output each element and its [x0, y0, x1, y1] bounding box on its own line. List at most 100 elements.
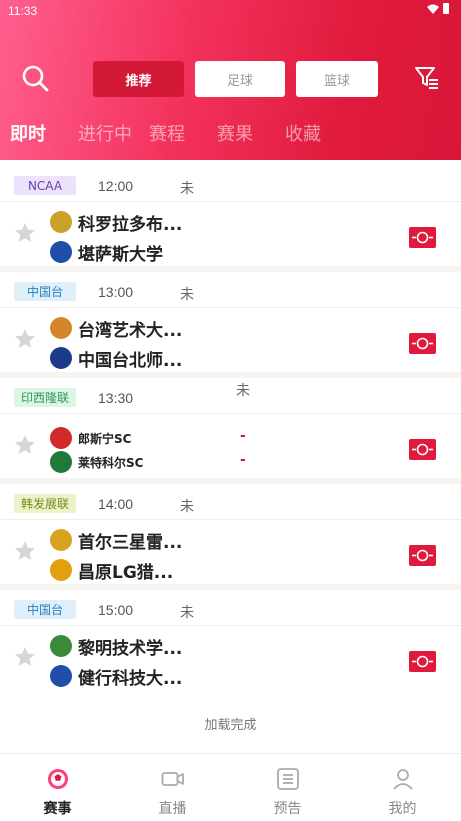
team-logo — [50, 451, 72, 473]
team-logo — [50, 427, 72, 449]
away-team-name: 莱特科尔SC — [78, 455, 144, 470]
match-status: 未 — [180, 287, 194, 303]
match-body: 郎斯宁SC 莱特科尔SC - - — [0, 414, 461, 486]
ticket-icon[interactable] — [409, 333, 436, 354]
header: 11:33 推荐 足球 篮球 即时 进行中 赛程 赛果 收藏 — [0, 0, 461, 160]
ticket-icon[interactable] — [409, 545, 436, 566]
home-team-name: 台湾艺术大... — [78, 320, 183, 341]
subtab-favorites[interactable]: 收藏 — [285, 120, 321, 146]
match-header: 印西隆联 13:30 未 — [0, 380, 461, 414]
away-score: - — [240, 452, 246, 468]
league-badge: 韩发展联 — [14, 494, 76, 513]
home-team-name: 黎明技术学... — [78, 638, 183, 659]
away-team: 健行科技大... — [50, 664, 183, 689]
match-time: 15:00 — [98, 602, 134, 618]
away-team-name: 健行科技大... — [78, 668, 183, 689]
away-team-name: 堪萨斯大学 — [78, 244, 163, 265]
ticket-icon[interactable] — [409, 651, 436, 672]
status-bar: 11:33 — [0, 0, 461, 22]
away-team: 中国台北师... — [50, 346, 183, 371]
divider — [0, 478, 461, 484]
team-logo — [50, 529, 72, 551]
nav-matches[interactable]: 赛事 — [0, 754, 115, 821]
team-logo — [50, 635, 72, 657]
subtab-in-progress[interactable]: 进行中 — [78, 120, 132, 146]
nav-label: 直播 — [158, 801, 187, 817]
away-team: 莱特科尔SC — [50, 450, 143, 474]
status-icons — [427, 3, 449, 14]
divider — [0, 584, 461, 590]
match-body: 台湾艺术大... 中国台北师... — [0, 308, 461, 380]
team-logo — [50, 665, 72, 687]
home-team: 首尔三星雷... — [50, 528, 183, 553]
match-time: 13:00 — [98, 284, 134, 300]
ticket-icon[interactable] — [409, 439, 436, 460]
nav-label: 我的 — [388, 801, 417, 817]
tab-basketball[interactable]: 篮球 — [296, 61, 378, 97]
star-icon[interactable] — [14, 540, 36, 562]
home-team: 科罗拉多布... — [50, 210, 183, 235]
league-badge: NCAA — [14, 176, 76, 195]
filter-icon[interactable] — [414, 64, 440, 90]
home-team-name: 首尔三星雷... — [78, 532, 183, 553]
match-status: 未 — [180, 605, 194, 621]
star-icon[interactable] — [14, 434, 36, 456]
divider — [0, 266, 461, 272]
team-logo — [50, 317, 72, 339]
team-logo — [50, 347, 72, 369]
match-time: 12:00 — [98, 178, 134, 194]
sub-tabs: 即时 进行中 赛程 赛果 收藏 — [0, 120, 461, 146]
list-document-icon — [277, 768, 299, 790]
star-icon[interactable] — [14, 328, 36, 350]
status-time: 11:33 — [8, 4, 38, 18]
home-team-name: 科罗拉多布... — [78, 214, 183, 235]
match-header: NCAA 12:00 未 — [0, 168, 461, 202]
home-team: 郎斯宁SC — [50, 426, 131, 450]
home-team: 台湾艺术大... — [50, 316, 183, 341]
nav-profile[interactable]: 我的 — [345, 754, 460, 821]
tab-football[interactable]: 足球 — [195, 61, 285, 97]
match-time: 13:30 — [98, 390, 134, 406]
league-badge: 中国台 — [14, 282, 76, 301]
away-team-name: 中国台北师... — [78, 350, 183, 371]
league-badge: 中国台 — [14, 600, 76, 619]
subtab-schedule[interactable]: 赛程 — [149, 120, 185, 146]
football-icon — [48, 769, 68, 789]
match-status: 未 — [236, 383, 250, 399]
match-header: 中国台 15:00 未 — [0, 592, 461, 626]
home-team: 黎明技术学... — [50, 634, 183, 659]
team-logo — [50, 241, 72, 263]
star-icon[interactable] — [14, 222, 36, 244]
team-logo — [50, 211, 72, 233]
home-team-name: 郎斯宁SC — [78, 431, 132, 446]
match-header: 中国台 13:00 未 — [0, 274, 461, 308]
match-time: 14:00 — [98, 496, 134, 512]
subtab-results[interactable]: 赛果 — [217, 120, 253, 146]
subtab-live[interactable]: 即时 — [10, 120, 46, 146]
bottom-nav: 赛事 直播 预告 我的 — [0, 753, 461, 821]
nav-preview[interactable]: 预告 — [230, 754, 345, 821]
star-icon[interactable] — [14, 646, 36, 668]
match-header: 韩发展联 14:00 未 — [0, 486, 461, 520]
load-complete-text: 加载完成 — [204, 718, 257, 733]
divider — [0, 372, 461, 378]
video-camera-icon — [161, 772, 184, 786]
match-status: 未 — [180, 181, 194, 197]
battery-icon — [443, 3, 449, 14]
tab-recommend[interactable]: 推荐 — [93, 61, 184, 97]
home-score: - — [240, 428, 246, 444]
match-body: 科罗拉多布... 堪萨斯大学 — [0, 202, 461, 274]
match-status: 未 — [180, 499, 194, 515]
ticket-icon[interactable] — [409, 227, 436, 248]
nav-label: 预告 — [273, 801, 302, 817]
away-team-name: 昌原LG猎... — [78, 562, 174, 583]
wifi-icon — [427, 4, 439, 14]
match-body: 首尔三星雷... 昌原LG猎... — [0, 520, 461, 592]
away-team: 昌原LG猎... — [50, 558, 174, 583]
team-logo — [50, 559, 72, 581]
user-icon — [393, 769, 413, 790]
match-body: 黎明技术学... 健行科技大... — [0, 626, 461, 698]
search-icon[interactable] — [20, 63, 50, 93]
away-team: 堪萨斯大学 — [50, 240, 163, 265]
nav-live[interactable]: 直播 — [115, 754, 230, 821]
